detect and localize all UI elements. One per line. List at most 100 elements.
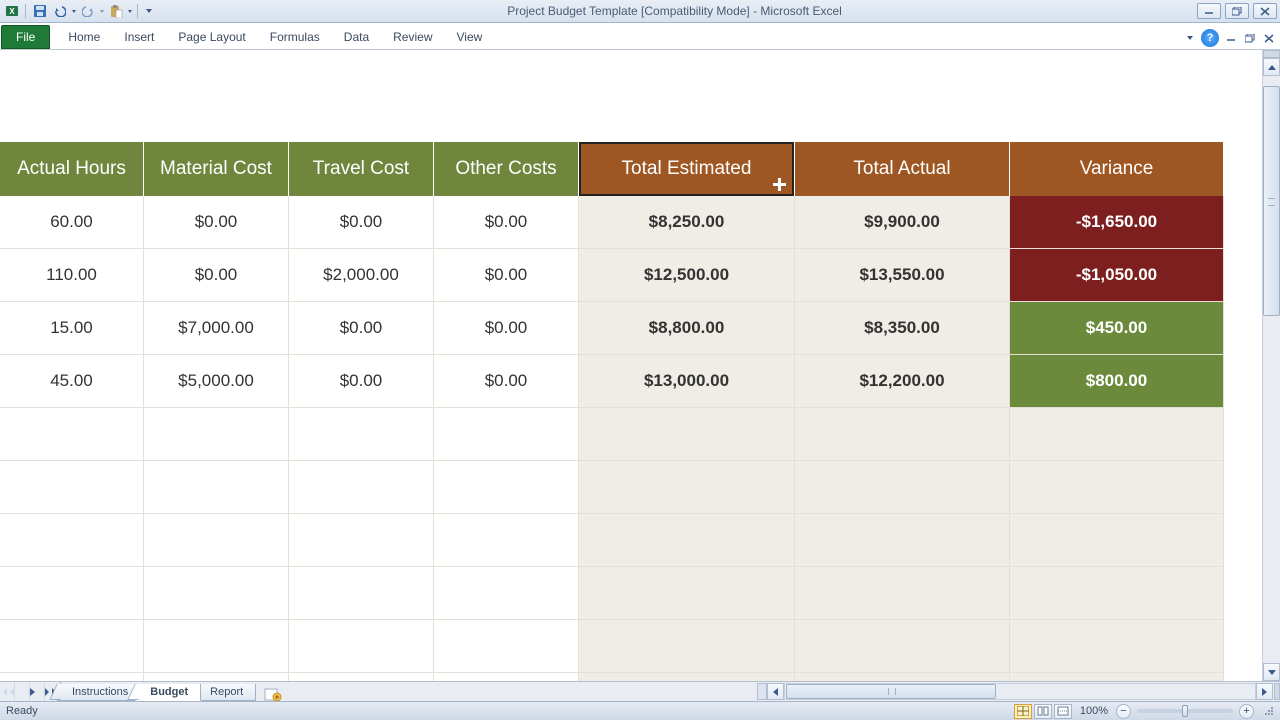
cell[interactable] — [289, 567, 434, 620]
col-header-other-costs[interactable]: Other Costs — [434, 142, 579, 196]
workbook-restore-icon[interactable] — [1242, 31, 1257, 45]
cell[interactable] — [795, 567, 1010, 620]
cell[interactable]: $0.00 — [289, 196, 434, 249]
zoom-in-button[interactable]: + — [1239, 704, 1254, 719]
cell[interactable]: $12,200.00 — [795, 355, 1010, 408]
scroll-right-button[interactable] — [1256, 683, 1273, 700]
tab-insert[interactable]: Insert — [112, 26, 166, 49]
resize-grip-icon[interactable] — [1262, 705, 1274, 717]
cell[interactable] — [434, 673, 579, 681]
horizontal-scroll-thumb[interactable] — [786, 684, 996, 699]
excel-icon[interactable]: X — [3, 3, 20, 20]
cell[interactable]: $8,350.00 — [795, 302, 1010, 355]
cell[interactable] — [1010, 461, 1224, 514]
cell[interactable]: 15.00 — [0, 302, 144, 355]
tab-next-button[interactable] — [30, 682, 45, 701]
cell[interactable] — [1010, 673, 1224, 681]
cell[interactable]: $2,000.00 — [289, 249, 434, 302]
view-page-break-button[interactable] — [1054, 704, 1072, 719]
cell[interactable] — [144, 461, 289, 514]
cell[interactable] — [289, 620, 434, 673]
cell[interactable] — [579, 673, 795, 681]
cell[interactable]: $7,000.00 — [144, 302, 289, 355]
cell[interactable] — [1010, 620, 1224, 673]
variance-cell[interactable]: $450.00 — [1010, 302, 1224, 355]
view-page-layout-button[interactable] — [1034, 704, 1052, 719]
cell[interactable] — [0, 673, 144, 681]
cell[interactable] — [579, 567, 795, 620]
cell[interactable] — [579, 514, 795, 567]
paste-dropdown-icon[interactable] — [128, 10, 132, 13]
tab-home[interactable]: Home — [56, 26, 112, 49]
cell[interactable]: 45.00 — [0, 355, 144, 408]
cell[interactable] — [579, 620, 795, 673]
vertical-scroll-thumb[interactable] — [1263, 86, 1280, 316]
tab-page-layout[interactable]: Page Layout — [166, 26, 257, 49]
redo-dropdown-icon[interactable] — [100, 10, 104, 13]
cell[interactable] — [795, 408, 1010, 461]
zoom-slider[interactable] — [1137, 709, 1233, 713]
cell[interactable]: $5,000.00 — [144, 355, 289, 408]
view-normal-button[interactable] — [1014, 704, 1032, 719]
tab-formulas[interactable]: Formulas — [258, 26, 332, 49]
cell[interactable]: $9,900.00 — [795, 196, 1010, 249]
cell[interactable]: $0.00 — [434, 355, 579, 408]
tab-view[interactable]: View — [445, 26, 495, 49]
cell[interactable]: 110.00 — [0, 249, 144, 302]
cell[interactable]: $0.00 — [434, 196, 579, 249]
cell[interactable] — [434, 514, 579, 567]
variance-cell[interactable]: -$1,650.00 — [1010, 196, 1224, 249]
cell[interactable] — [1010, 408, 1224, 461]
col-header-actual-hours[interactable]: Actual Hours — [0, 142, 144, 196]
cell[interactable] — [0, 461, 144, 514]
cell[interactable] — [144, 408, 289, 461]
cell[interactable] — [1010, 514, 1224, 567]
cell[interactable]: $0.00 — [289, 355, 434, 408]
cell[interactable]: $8,800.00 — [579, 302, 795, 355]
variance-cell[interactable]: $800.00 — [1010, 355, 1224, 408]
sheet-tab-budget[interactable]: Budget — [135, 684, 201, 701]
cell[interactable] — [144, 673, 289, 681]
vertical-scrollbar[interactable] — [1262, 50, 1280, 681]
paste-icon[interactable] — [107, 3, 124, 20]
cell[interactable] — [289, 673, 434, 681]
cell[interactable] — [289, 408, 434, 461]
cell[interactable]: 60.00 — [0, 196, 144, 249]
tab-prev-button[interactable] — [15, 682, 30, 701]
cell[interactable] — [579, 408, 795, 461]
zoom-slider-thumb[interactable] — [1182, 705, 1188, 717]
cell[interactable] — [434, 567, 579, 620]
sheet-tab-report[interactable]: Report — [195, 684, 256, 701]
cell[interactable] — [434, 408, 579, 461]
cell[interactable] — [434, 461, 579, 514]
cell[interactable] — [0, 567, 144, 620]
cell[interactable]: $8,250.00 — [579, 196, 795, 249]
cell[interactable] — [0, 408, 144, 461]
col-header-material-cost[interactable]: Material Cost — [144, 142, 289, 196]
redo-icon[interactable] — [79, 3, 96, 20]
variance-cell[interactable]: -$1,050.00 — [1010, 249, 1224, 302]
zoom-percentage[interactable]: 100% — [1080, 705, 1108, 717]
cell[interactable]: $0.00 — [289, 302, 434, 355]
cell[interactable] — [289, 514, 434, 567]
split-handle-right[interactable] — [1274, 683, 1280, 700]
split-handle-top[interactable] — [1263, 50, 1280, 58]
horizontal-scrollbar[interactable] — [756, 682, 1280, 701]
undo-icon[interactable] — [51, 3, 68, 20]
workbook-minimize-icon[interactable] — [1223, 31, 1238, 45]
help-icon[interactable]: ? — [1201, 29, 1219, 47]
tab-review[interactable]: Review — [381, 26, 444, 49]
cell[interactable]: $13,550.00 — [795, 249, 1010, 302]
cell[interactable]: $0.00 — [434, 302, 579, 355]
close-button[interactable] — [1253, 3, 1277, 19]
workbook-close-icon[interactable] — [1261, 31, 1276, 45]
scroll-left-button[interactable] — [767, 683, 784, 700]
cell[interactable]: $13,000.00 — [579, 355, 795, 408]
restore-button[interactable] — [1225, 3, 1249, 19]
cell[interactable]: $12,500.00 — [579, 249, 795, 302]
cell[interactable] — [0, 620, 144, 673]
cell[interactable]: $0.00 — [144, 249, 289, 302]
cell[interactable] — [0, 514, 144, 567]
save-icon[interactable] — [31, 3, 48, 20]
file-tab[interactable]: File — [1, 25, 50, 49]
